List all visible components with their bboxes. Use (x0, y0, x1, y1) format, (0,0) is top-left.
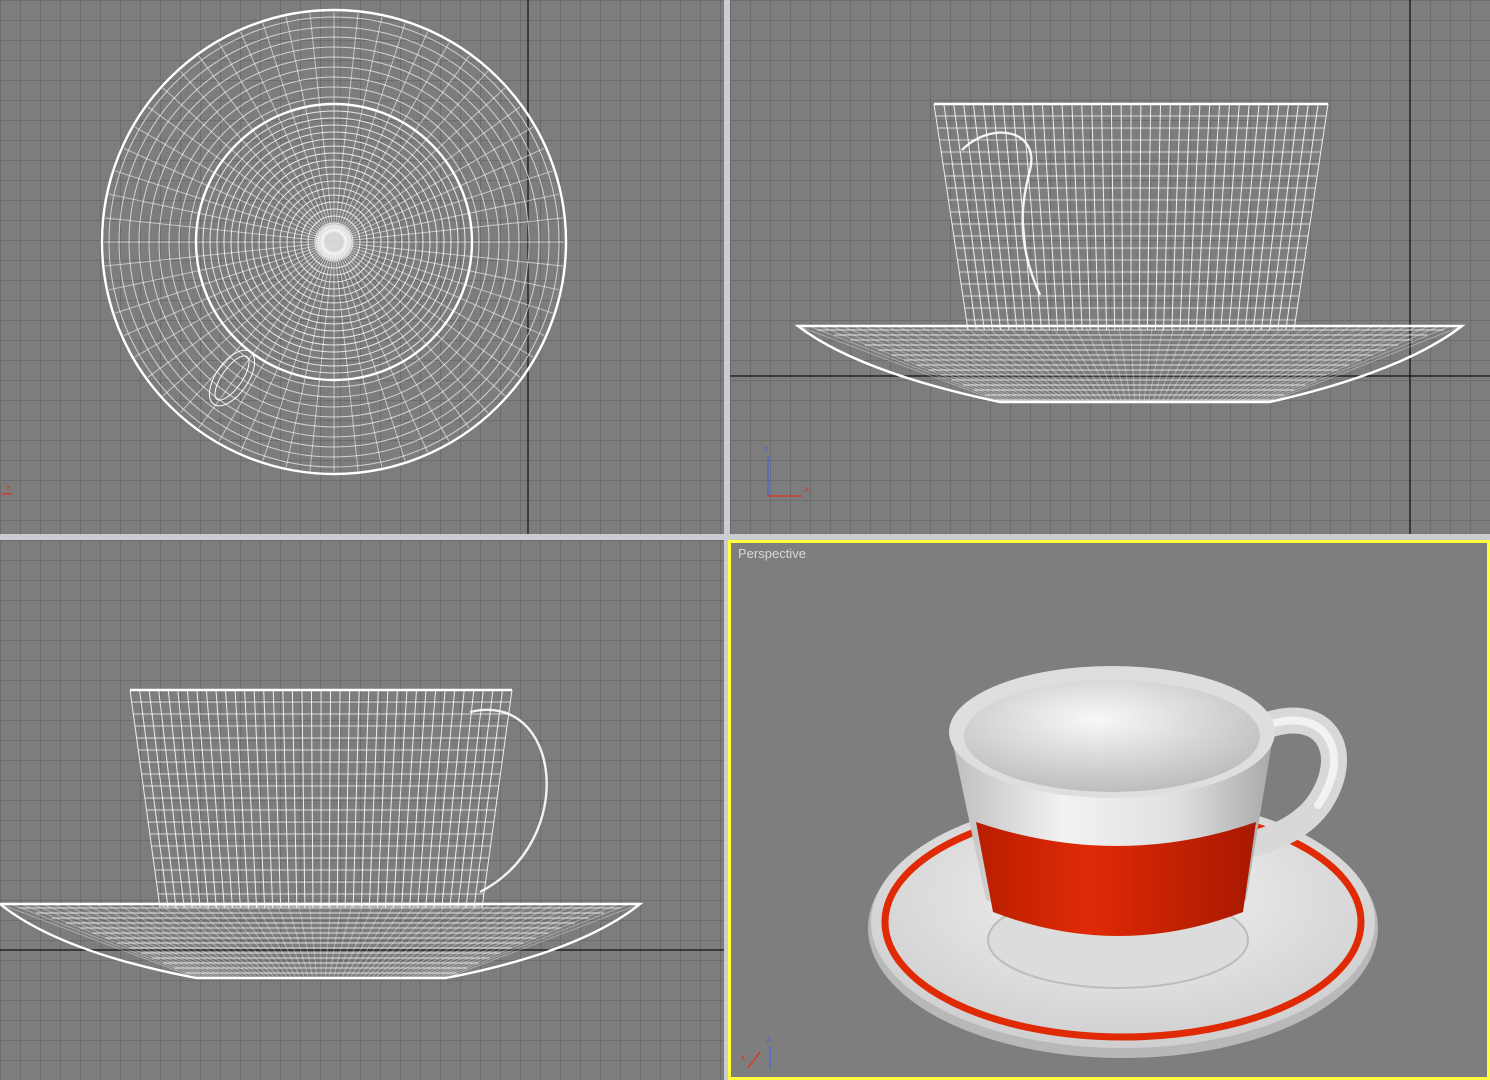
cup-left-wireframe (129, 688, 548, 909)
gizmo-x-label: x (804, 485, 810, 495)
saucer-top-wireframe (100, 8, 568, 476)
viewport-splitter-vertical-top[interactable] (724, 0, 730, 540)
saucer-left-wireframe (0, 902, 644, 980)
cup-front-wireframe (933, 102, 1329, 331)
front-wireframe: z x (730, 0, 1490, 534)
gizmo-x-label: x (6, 483, 12, 493)
gizmo-front: z x (764, 445, 810, 497)
saucer-front-wireframe (794, 324, 1466, 404)
viewport-perspective[interactable]: Perspective z x (728, 540, 1490, 1080)
viewport-layout: x z x Perspective z x (0, 0, 1490, 1080)
gizmo-x-label: x (740, 1053, 746, 1063)
viewport-front[interactable]: z x (730, 0, 1490, 534)
viewport-splitter-horizontal[interactable] (0, 534, 1490, 540)
top-wireframe: x (2, 0, 568, 534)
viewport-left[interactable] (0, 540, 724, 1080)
perspective-render: z x (740, 666, 1378, 1069)
gizmo-z-label: z (766, 1035, 771, 1045)
cup-body-render (949, 666, 1275, 936)
viewport-splitter-vertical-bottom[interactable] (724, 540, 728, 1080)
gizmo-z-label: z (764, 445, 769, 455)
left-wireframe (0, 688, 724, 980)
gizmo-top: x (2, 483, 12, 495)
gizmo-perspective: z x (740, 1035, 771, 1069)
viewport-top[interactable]: x (0, 0, 724, 534)
